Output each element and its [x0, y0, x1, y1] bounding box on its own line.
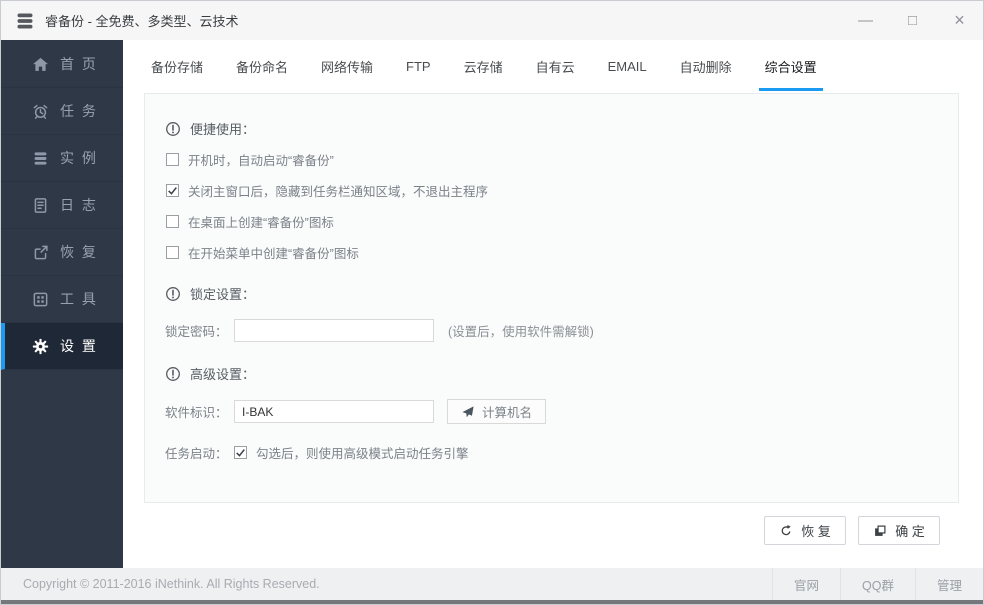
sidebar-item-label: 首 页: [60, 54, 98, 74]
settings-panel: 便捷使用： 开机时，自动启动“睿备份” 关闭主窗口后，隐藏到任务栏通知区域，不退…: [144, 93, 959, 503]
window-title: 睿备份 - 全免费、多类型、云技术: [45, 11, 239, 30]
footer: Copyright © 2011-2016 iNethink. All Righ…: [1, 568, 983, 600]
app-logo-database-icon: [14, 10, 36, 32]
option-desktop-icon-row: 在桌面上创建“睿备份”图标: [165, 212, 938, 231]
lock-password-hint: (设置后，使用软件需解锁): [448, 321, 594, 340]
sidebar-item-settings[interactable]: 设 置: [1, 323, 123, 370]
software-id-label: 软件标识：: [165, 402, 234, 421]
action-buttons: 恢 复 确 定: [123, 516, 940, 545]
restore-defaults-button[interactable]: 恢 复: [764, 516, 846, 545]
alarm-icon: [32, 103, 49, 120]
software-id-row: 软件标识： 计算机名: [165, 399, 938, 424]
software-id-input[interactable]: [234, 400, 434, 423]
send-paper-plane-icon: [461, 405, 475, 419]
sidebar-item-logs[interactable]: 日 志: [1, 182, 123, 229]
sidebar-item-label: 日 志: [60, 195, 98, 215]
tab-ftp[interactable]: FTP: [404, 40, 433, 93]
option-label: 在桌面上创建“睿备份”图标: [188, 212, 334, 231]
sidebar-item-tasks[interactable]: 任 务: [1, 88, 123, 135]
footer-link-official-site[interactable]: 官网: [772, 568, 840, 600]
sidebar-item-instances[interactable]: 实 例: [1, 135, 123, 182]
option-startmenu-icon-row: 在开始菜单中创建“睿备份”图标: [165, 243, 938, 262]
option-hide-to-tray-row: 关闭主窗口后，隐藏到任务栏通知区域，不退出主程序: [165, 181, 938, 200]
option-label: 关闭主窗口后，隐藏到任务栏通知区域，不退出主程序: [188, 181, 488, 200]
autostart-checkbox[interactable]: [166, 153, 179, 166]
option-autostart-row: 开机时，自动启动“睿备份”: [165, 150, 938, 169]
home-icon: [32, 56, 49, 73]
sidebar-item-label: 工 具: [60, 289, 98, 309]
info-exclamation-icon: [165, 366, 181, 382]
advanced-mode-checkbox[interactable]: [234, 446, 247, 459]
sidebar: 首 页 任 务 实 例: [1, 40, 123, 568]
main-content: 备份存储 备份命名 网络传输 FTP 云存储 自有云 EMAIL 自动删除 综合…: [123, 40, 983, 568]
footer-link-qq-group[interactable]: QQ群: [840, 568, 915, 600]
app-window: 睿备份 - 全免费、多类型、云技术 — □ × 首 页 任 务: [0, 0, 984, 605]
window-controls: — □ ×: [842, 1, 983, 40]
option-label: 在开始菜单中创建“睿备份”图标: [188, 243, 359, 262]
tab-general-settings[interactable]: 综合设置: [763, 40, 819, 93]
hide-to-tray-checkbox[interactable]: [166, 184, 179, 197]
sidebar-item-tools[interactable]: 工 具: [1, 276, 123, 323]
sidebar-item-label: 设 置: [60, 336, 98, 356]
lock-password-label: 锁定密码：: [165, 321, 234, 340]
section-convenient-use: 便捷使用：: [165, 119, 938, 138]
database-icon: [32, 150, 49, 167]
info-exclamation-icon: [165, 121, 181, 137]
lock-password-row: 锁定密码： (设置后，使用软件需解锁): [165, 319, 938, 342]
section-advanced-settings: 高级设置：: [165, 364, 938, 383]
titlebar: 睿备份 - 全免费、多类型、云技术 — □ ×: [1, 1, 983, 40]
copyright-text: Copyright © 2011-2016 iNethink. All Righ…: [1, 577, 772, 591]
confirm-button-label: 确 定: [895, 521, 925, 540]
info-exclamation-icon: [165, 286, 181, 302]
gear-icon: [32, 338, 49, 355]
sidebar-item-label: 任 务: [60, 101, 98, 121]
sidebar-item-label: 恢 复: [60, 242, 98, 262]
sidebar-item-recovery[interactable]: 恢 复: [1, 229, 123, 276]
tab-auto-delete[interactable]: 自动删除: [678, 40, 734, 93]
confirm-squares-icon: [873, 524, 887, 538]
log-icon: [32, 197, 49, 214]
window-bottom-edge: [1, 600, 983, 604]
tab-email[interactable]: EMAIL: [606, 40, 649, 93]
option-label: 开机时，自动启动“睿备份”: [188, 150, 334, 169]
task-start-label: 任务启动：: [165, 443, 234, 462]
desktop-icon-checkbox[interactable]: [166, 215, 179, 228]
section-title: 高级设置：: [190, 364, 255, 383]
tab-network-transfer[interactable]: 网络传输: [319, 40, 375, 93]
section-lock-settings: 锁定设置：: [165, 284, 938, 303]
minimize-button[interactable]: —: [842, 1, 889, 40]
maximize-button[interactable]: □: [889, 1, 936, 40]
sidebar-item-label: 实 例: [60, 148, 98, 168]
tools-icon: [32, 291, 49, 308]
restore-button-label: 恢 复: [801, 521, 831, 540]
close-button[interactable]: ×: [936, 1, 983, 40]
tab-backup-storage[interactable]: 备份存储: [149, 40, 205, 93]
task-start-row: 任务启动： 勾选后，则使用高级模式启动任务引擎: [165, 443, 938, 462]
computer-name-button-label: 计算机名: [482, 402, 532, 421]
restore-icon: [32, 244, 49, 261]
lock-password-input[interactable]: [234, 319, 434, 342]
advanced-mode-label: 勾选后，则使用高级模式启动任务引擎: [256, 443, 469, 462]
refresh-icon: [779, 524, 793, 538]
tab-cloud-storage[interactable]: 云存储: [462, 40, 505, 93]
footer-link-admin[interactable]: 管理: [915, 568, 983, 600]
confirm-button[interactable]: 确 定: [858, 516, 940, 545]
startmenu-icon-checkbox[interactable]: [166, 246, 179, 259]
computer-name-button[interactable]: 计算机名: [447, 399, 546, 424]
tab-own-cloud[interactable]: 自有云: [534, 40, 577, 93]
section-title: 锁定设置：: [190, 284, 255, 303]
settings-tabbar: 备份存储 备份命名 网络传输 FTP 云存储 自有云 EMAIL 自动删除 综合…: [123, 40, 983, 93]
section-title: 便捷使用：: [190, 119, 255, 138]
sidebar-item-home[interactable]: 首 页: [1, 41, 123, 88]
tab-backup-naming[interactable]: 备份命名: [234, 40, 290, 93]
